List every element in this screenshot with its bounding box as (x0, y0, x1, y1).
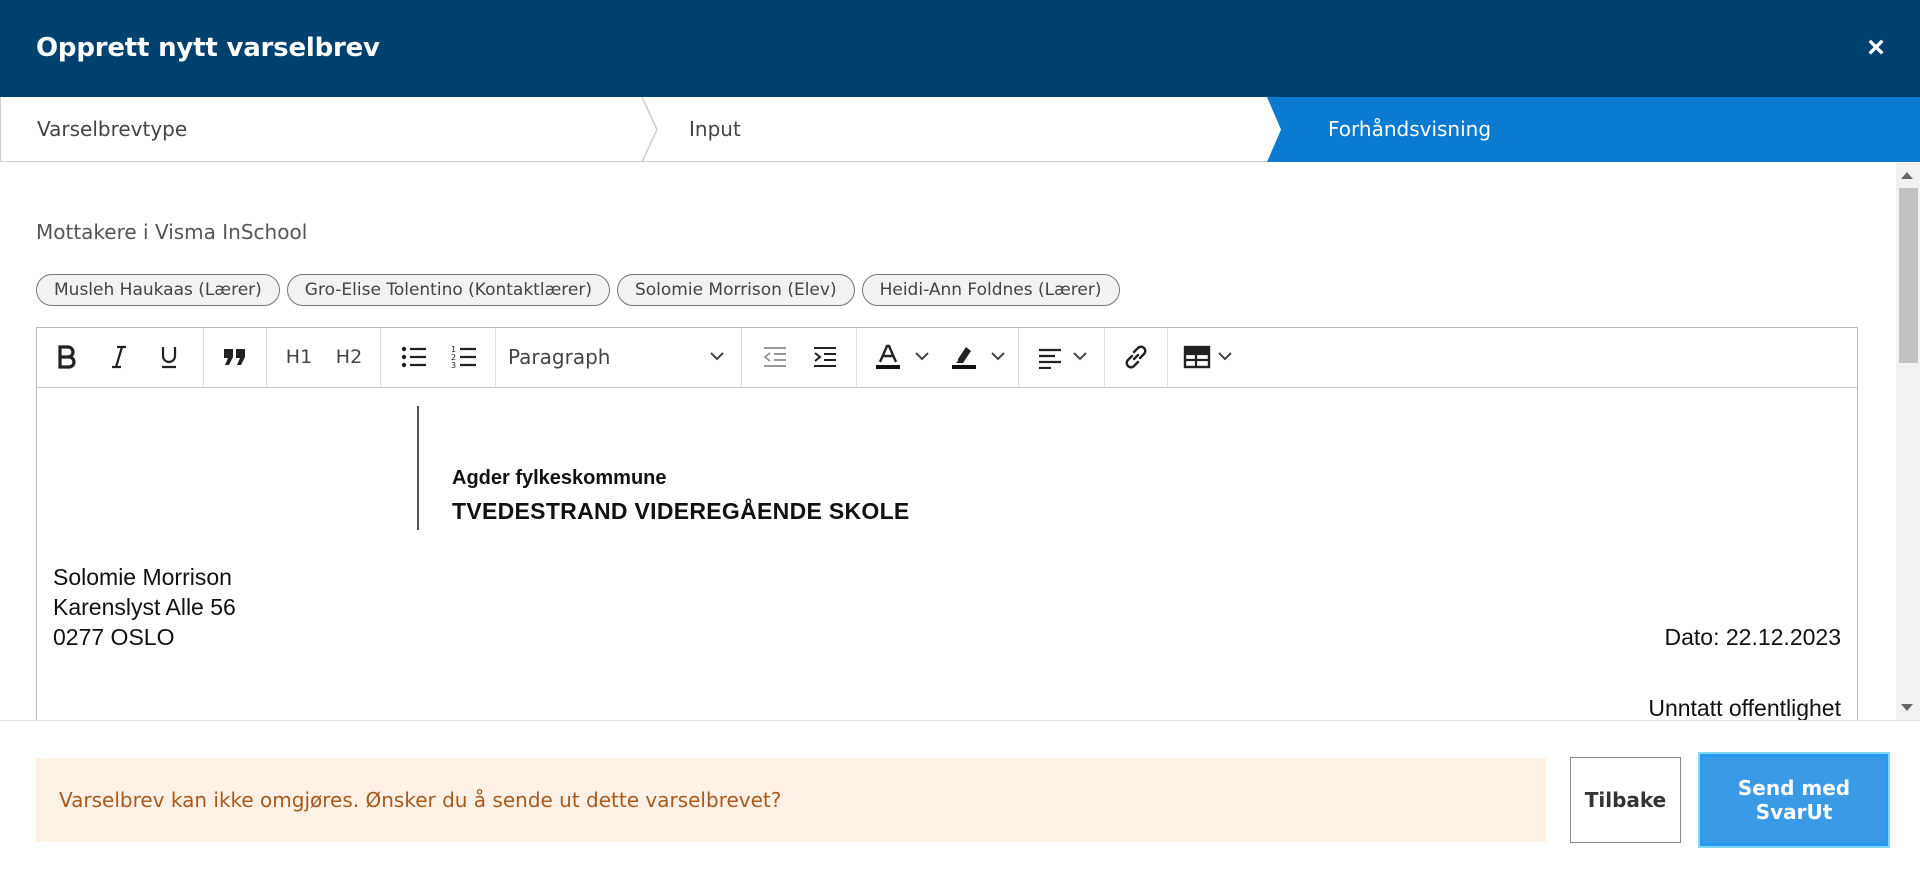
step-varselbrevtype[interactable]: Varselbrevtype (37, 97, 187, 161)
numbered-list-icon[interactable]: 123 (447, 340, 481, 374)
recipient-postal: 0277 OSLO (53, 624, 175, 650)
quote-icon[interactable] (218, 340, 252, 374)
step-forhandsvisning[interactable]: Forhåndsvisning (1328, 97, 1491, 161)
wizard-stepper: Varselbrevtype Input Forhåndsvisning (0, 97, 1920, 162)
chevron-down-icon[interactable] (913, 342, 931, 372)
format-select-value: Paragraph (508, 345, 611, 369)
document-preview[interactable]: Agder fylkeskommune TVEDESTRAND VIDEREGÅ… (37, 388, 1857, 748)
italic-icon[interactable] (103, 340, 135, 374)
toolbar-group-colors (857, 328, 1019, 387)
text-color-icon[interactable] (871, 340, 905, 374)
toolbar-group-indent (742, 328, 857, 387)
toolbar-group-text-style (37, 328, 204, 387)
editor-toolbar: H1 H2 123 Paragraph (37, 328, 1857, 388)
indent-icon[interactable] (808, 340, 842, 374)
link-icon[interactable] (1119, 340, 1153, 374)
letterhead-divider (417, 406, 419, 530)
chevron-down-icon[interactable] (989, 342, 1007, 372)
send-with-svarut-button[interactable]: Send med SvarUt (1700, 754, 1888, 846)
bullet-list-icon[interactable] (397, 340, 431, 374)
h1-button[interactable]: H1 (283, 340, 315, 374)
close-icon[interactable]: × (1867, 31, 1885, 64)
toolbar-group-format: Paragraph (496, 328, 742, 387)
underline-icon[interactable] (153, 340, 185, 374)
chevron-down-icon[interactable] (1071, 342, 1089, 372)
letter-classification: Unntatt offentlighet (1648, 695, 1841, 721)
h2-button[interactable]: H2 (333, 340, 365, 374)
outdent-icon[interactable] (758, 340, 792, 374)
step-input[interactable]: Input (689, 97, 741, 161)
recipient-chip[interactable]: Heidi-Ann Foldnes (Lærer) (861, 274, 1120, 306)
scroll-up-icon[interactable] (1901, 172, 1913, 179)
chevron-down-icon[interactable] (1216, 342, 1234, 372)
back-button[interactable]: Tilbake (1570, 757, 1681, 843)
recipient-name: Solomie Morrison (53, 564, 232, 590)
chevron-down-icon (710, 352, 724, 361)
svg-text:3: 3 (451, 361, 456, 370)
format-select[interactable]: Paragraph (496, 340, 696, 374)
create-warning-letter-modal: Opprett nytt varselbrev × Varselbrevtype… (0, 0, 1920, 878)
toolbar-group-table (1168, 328, 1248, 387)
recipient-chips: Musleh Haukaas (Lærer) Gro-Elise Tolenti… (36, 274, 1120, 306)
recipients-label: Mottakere i Visma InSchool (36, 220, 308, 244)
warning-message: Varselbrev kan ikke omgjøres. Ønsker du … (36, 758, 1546, 842)
letter-school-name: TVEDESTRAND VIDEREGÅENDE SKOLE (452, 498, 910, 524)
modal-title: Opprett nytt varselbrev (36, 33, 380, 63)
step-separator-icon (641, 97, 658, 162)
bold-icon[interactable] (51, 340, 83, 374)
highlight-icon[interactable] (947, 340, 981, 374)
recipient-chip[interactable]: Solomie Morrison (Elev) (616, 274, 855, 306)
table-icon[interactable] (1180, 340, 1214, 374)
toolbar-group-headings: H1 H2 (267, 328, 381, 387)
align-icon[interactable] (1033, 340, 1067, 374)
recipient-chip[interactable]: Musleh Haukaas (Lærer) (36, 274, 280, 306)
modal-header: Opprett nytt varselbrev × (0, 0, 1920, 97)
recipient-chip[interactable]: Gro-Elise Tolentino (Kontaktlærer) (286, 274, 610, 306)
scrollbar-thumb[interactable] (1899, 188, 1918, 363)
letter-organisation: Agder fylkeskommune (452, 467, 667, 489)
letter-date: Dato: 22.12.2023 (1664, 624, 1841, 650)
toolbar-group-align (1019, 328, 1105, 387)
toolbar-group-quote (204, 328, 267, 387)
close-button[interactable]: × (1858, 30, 1894, 66)
rich-text-editor: H1 H2 123 Paragraph Agder fylkeskommune … (36, 327, 1858, 748)
recipient-street: Karenslyst Alle 56 (53, 594, 236, 620)
scroll-down-icon[interactable] (1901, 704, 1913, 711)
toolbar-group-lists: 123 (381, 328, 496, 387)
toolbar-group-link (1105, 328, 1168, 387)
